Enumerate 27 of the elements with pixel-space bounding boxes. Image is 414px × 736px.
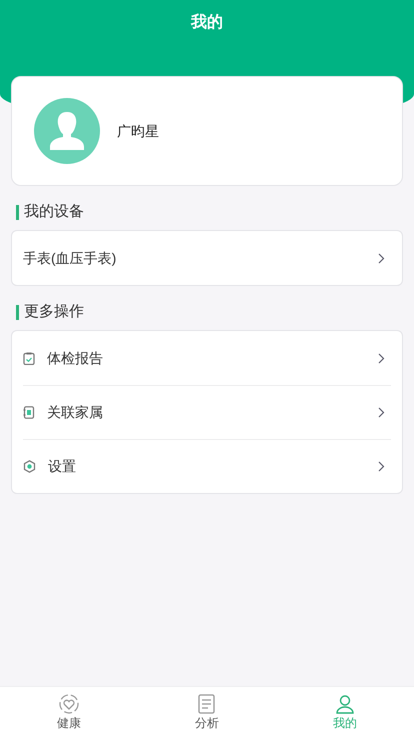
item-label: 体检报告 xyxy=(47,348,104,368)
chevron-right-icon xyxy=(378,252,385,264)
document-icon xyxy=(197,693,217,715)
chevron-right-icon xyxy=(378,352,385,364)
page-title: 我的 xyxy=(191,12,223,33)
user-icon xyxy=(334,693,356,715)
user-name: 广昀星 xyxy=(117,122,159,140)
section-title: 更多操作 xyxy=(24,303,84,321)
chevron-right-icon xyxy=(378,461,385,472)
chevron-right-icon xyxy=(378,407,385,418)
list-item[interactable]: 手表(血压手表) xyxy=(23,231,391,285)
clipboard-icon xyxy=(23,352,35,364)
item-label: 设置 xyxy=(48,457,77,476)
item-label: 手表(血压手表) xyxy=(23,248,118,268)
section-title: 我的设备 xyxy=(24,203,84,221)
notebook-icon xyxy=(23,406,35,419)
accent-bar xyxy=(16,204,19,220)
profile-card[interactable]: 广昀星 xyxy=(11,76,403,186)
list-item[interactable]: 体检报告 xyxy=(23,331,391,385)
list-item[interactable]: 关联家属 xyxy=(23,385,391,439)
tab[interactable]: 分析 xyxy=(138,687,276,736)
tab[interactable]: 健康 xyxy=(0,687,138,736)
list-item[interactable]: 设置 xyxy=(23,439,391,493)
item-label: 关联家属 xyxy=(47,403,104,422)
settings-icon xyxy=(23,460,36,473)
accent-bar xyxy=(16,304,19,320)
avatar-icon xyxy=(34,98,100,164)
